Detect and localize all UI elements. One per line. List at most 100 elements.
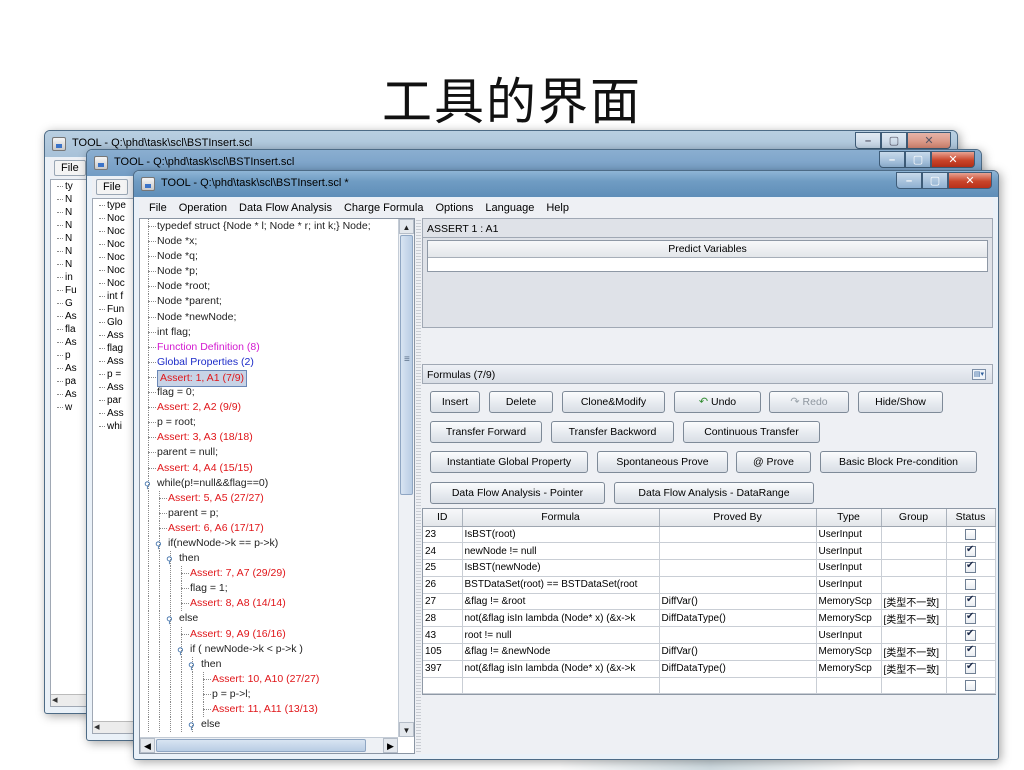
expand-toggle-icon[interactable]: ⚲ (188, 719, 195, 734)
column-header-status[interactable]: Status (946, 509, 996, 527)
table-row[interactable]: 25 IsBST(newNode) UserInput (423, 559, 996, 577)
table-row[interactable]: 43 root != null UserInput (423, 626, 996, 645)
scroll-up-icon[interactable]: ▲ (399, 219, 414, 234)
tree-node[interactable]: ⚲ else (140, 611, 398, 627)
splitter[interactable] (416, 218, 421, 754)
menu-file[interactable]: File (96, 179, 128, 195)
table-row[interactable]: 397 not(&flag isIn lambda (Node* x) (&x->… (423, 660, 996, 678)
table-row[interactable]: 28 not(&flag isIn lambda (Node* x) (&x->k… (423, 609, 996, 628)
tree-node[interactable]: Node *p; (140, 264, 398, 280)
tree-node[interactable]: Node *root; (140, 279, 398, 295)
dfa-pointer-button[interactable]: Data Flow Analysis - Pointer (430, 482, 605, 504)
cell-proved-by[interactable] (659, 677, 817, 695)
maximize-button[interactable]: ▢ (881, 132, 907, 149)
cell-group[interactable]: [类型不一致] (881, 593, 947, 611)
unchecked-checkbox[interactable] (965, 528, 976, 540)
tree-node[interactable]: p = root; (140, 415, 398, 431)
checked-checkbox[interactable] (965, 560, 976, 574)
clone-modify-button[interactable]: Clone&Modify (562, 391, 665, 413)
tree-node[interactable]: Node *newNode; (140, 309, 398, 325)
cell-proved-by[interactable] (659, 626, 817, 645)
cell-proved-by[interactable] (659, 526, 817, 544)
formula-table[interactable]: ID Formula Proved By Type Group Status 23 IsBS… (422, 508, 996, 696)
cell-group[interactable]: [类型不一致] (881, 660, 947, 678)
column-header-proved-by[interactable]: Proved By (659, 509, 817, 527)
tree-node[interactable]: Assert: 1, A1 (7/9) (140, 369, 398, 387)
cell-formula[interactable]: not(&flag isIn lambda (Node* x) (&x->k (462, 660, 660, 678)
unchecked-checkbox[interactable] (965, 579, 976, 591)
tree-node[interactable]: Assert: 9, A9 (16/16) (140, 626, 398, 642)
cell-formula[interactable]: IsBST(newNode) (462, 559, 660, 577)
tree-node[interactable]: Assert: 10, A10 (27/27) (140, 671, 398, 687)
maximize-button[interactable]: ▢ (905, 151, 931, 168)
column-header-formula[interactable]: Formula (462, 509, 660, 527)
tree-node[interactable]: Assert: 5, A5 (27/27) (140, 490, 398, 506)
titlebar[interactable]: TOOL - Q:\phd\task\scl\BSTInsert.scl * –… (134, 171, 998, 197)
basic-block-precondition-button[interactable]: Basic Block Pre-condition (820, 451, 977, 473)
cell-formula[interactable]: &flag != &root (462, 593, 660, 611)
table-row[interactable]: 23 IsBST(root) UserInput (423, 526, 996, 544)
table-row[interactable]: 24 newNode != null UserInput (423, 542, 996, 561)
cell-formula[interactable] (462, 677, 660, 695)
cell-id[interactable]: 26 (423, 576, 463, 594)
source-tree[interactable]: typedef struct {Node * l; Node * r; int … (140, 219, 398, 734)
cell-id[interactable]: 43 (423, 626, 463, 645)
scroll-right-icon[interactable]: ▶ (383, 738, 398, 753)
column-header-type[interactable]: Type (816, 509, 882, 527)
unchecked-checkbox[interactable] (965, 680, 976, 691)
close-button[interactable]: ✕ (907, 132, 951, 149)
continuous-transfer-button[interactable]: Continuous Transfer (683, 421, 820, 443)
tree-node[interactable]: typedef struct {Node * l; Node * r; int … (140, 219, 398, 234)
minimize-button[interactable]: – (855, 132, 881, 149)
cell-id[interactable] (423, 677, 463, 695)
tree-node[interactable]: Node *q; (140, 249, 398, 265)
scroll-left-icon[interactable]: ◀ (140, 738, 155, 753)
tree-node[interactable]: Node *x; (140, 234, 398, 250)
menu-operation[interactable]: Operation (173, 202, 233, 214)
cell-type[interactable]: MemoryScp (816, 660, 882, 678)
checked-checkbox[interactable] (965, 611, 976, 624)
tree-node[interactable]: Assert: 6, A6 (17/17) (140, 520, 398, 536)
cell-proved-by[interactable] (659, 542, 817, 561)
cell-group[interactable] (881, 677, 947, 695)
menu-charge-formula[interactable]: Charge Formula (338, 202, 429, 214)
checked-checkbox[interactable] (965, 644, 976, 658)
cell-proved-by[interactable]: DiffDataType() (659, 609, 817, 628)
spontaneous-prove-button[interactable]: Spontaneous Prove (597, 451, 728, 473)
tree-node[interactable]: Assert: 3, A3 (18/18) (140, 430, 398, 446)
column-header-id[interactable]: ID (423, 509, 463, 527)
tree-node[interactable]: ⚲ if(newNode->k == p->k) (140, 535, 398, 551)
cell-proved-by[interactable]: DiffVar() (659, 593, 817, 611)
tree-node[interactable]: Function Definition (8) (140, 339, 398, 355)
cell-type[interactable]: UserInput (816, 526, 882, 544)
cell-type[interactable]: UserInput (816, 626, 882, 645)
tree-node[interactable]: int flag; (140, 324, 398, 340)
scroll-thumb[interactable] (156, 739, 366, 752)
cell-id[interactable]: 24 (423, 542, 463, 561)
checked-checkbox[interactable] (965, 628, 976, 641)
menu-file[interactable]: File (54, 160, 86, 176)
tree-node[interactable]: Node *parent; (140, 294, 398, 310)
menu-help[interactable]: Help (540, 202, 575, 214)
hide-show-button[interactable]: Hide/Show (858, 391, 943, 413)
undo-button[interactable]: ↶ Undo (674, 391, 761, 413)
scroll-thumb[interactable] (400, 235, 413, 495)
tree-node[interactable]: parent = p; (140, 505, 398, 521)
cell-type[interactable]: UserInput (816, 576, 882, 594)
tree-node[interactable]: Assert: 7, A7 (29/29) (140, 566, 398, 582)
menu-file[interactable]: File (143, 202, 173, 214)
insert-button[interactable]: Insert (430, 391, 480, 413)
checked-checkbox[interactable] (965, 544, 976, 557)
cell-group[interactable] (881, 626, 947, 645)
tree-node[interactable]: Global Properties (2) (140, 354, 398, 370)
table-row[interactable]: 27 &flag != &root DiffVar() MemoryScp [类型不一致… (423, 593, 996, 611)
cell-group[interactable] (881, 542, 947, 561)
cell-type[interactable]: MemoryScp (816, 643, 882, 661)
minimize-button[interactable]: – (879, 151, 905, 168)
cell-formula[interactable]: not(&flag isIn lambda (Node* x) (&x->k (462, 609, 660, 628)
tree-node[interactable]: flag = 1; (140, 581, 398, 597)
tree-node[interactable]: ⚲ then (140, 551, 398, 567)
transfer-forward-button[interactable]: Transfer Forward (430, 421, 542, 443)
cell-type[interactable]: UserInput (816, 559, 882, 577)
table-row[interactable] (423, 677, 996, 695)
